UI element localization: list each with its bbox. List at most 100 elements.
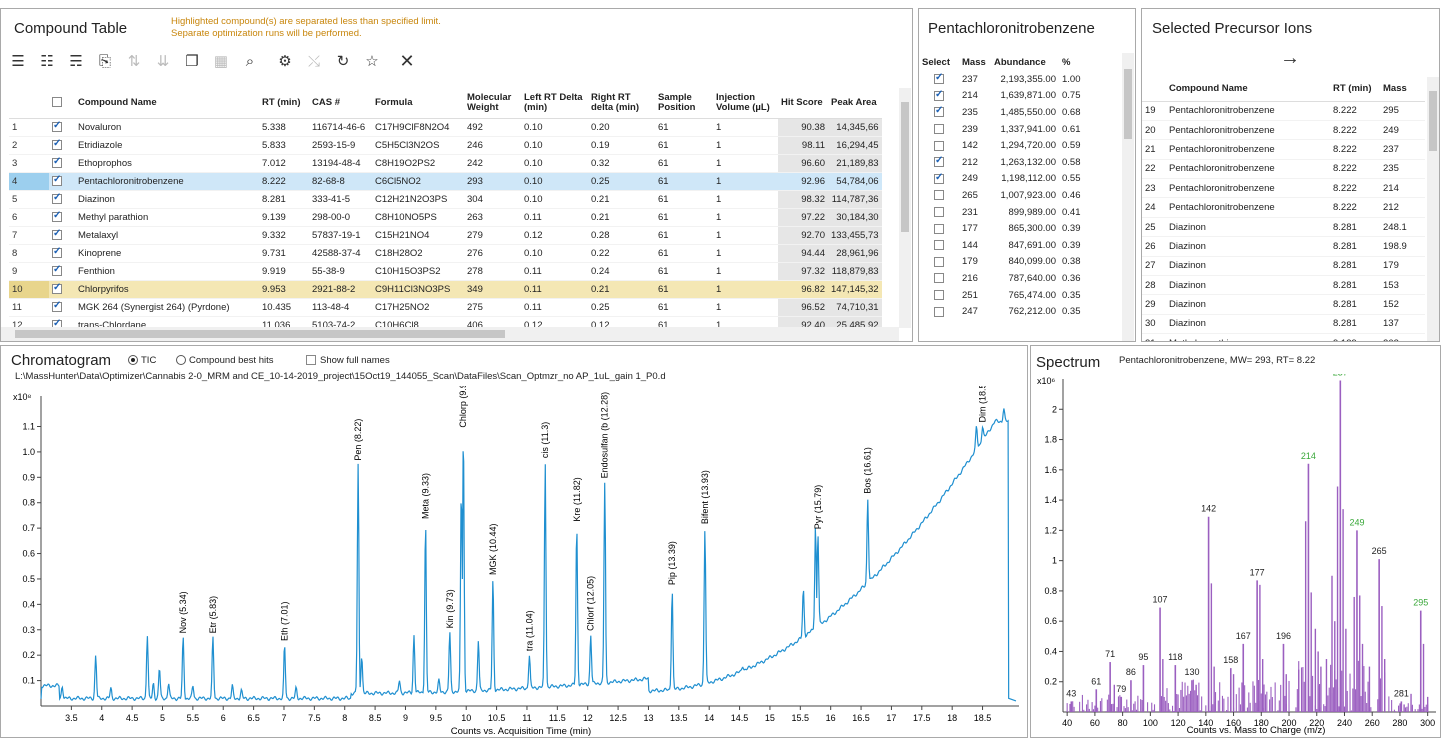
column-header[interactable]: Sample Position [655,88,713,119]
precursor-row[interactable]: 21 Pentachloronitrobenzene 8.222 237 [1142,139,1425,160]
precursor-row[interactable]: 19 Pentachloronitrobenzene 8.222 295 [1142,101,1425,121]
row-checkbox-cell[interactable] [49,208,75,227]
ion-select-cell[interactable] [919,121,959,138]
refresh-icon[interactable]: ↻ [332,50,354,72]
column-header[interactable]: % [1059,53,1099,71]
layout-vertical-icon[interactable]: ☷ [36,50,58,72]
table-row[interactable]: 6 Methyl parathion9.139298-00-0C8H10NO5PS… [9,208,882,227]
column-header[interactable]: Compound Name [1166,77,1330,102]
ion-row[interactable]: 231 899,989.00 0.41 [919,204,1099,221]
precursor-row[interactable]: 20 Pentachloronitrobenzene 8.222 249 [1142,120,1425,141]
ion-select-checkbox[interactable] [934,155,944,168]
search-peaks-icon[interactable]: ⌕ [239,50,261,72]
ion-select-checkbox[interactable] [934,124,944,135]
star-icon[interactable]: ☆ [361,50,383,72]
ion-select-cell[interactable] [919,287,959,304]
precursor-row[interactable]: 25 Diazinon 8.281 248.1 [1142,217,1425,238]
column-header[interactable]: CAS # [309,88,372,119]
compound-table-hscrollbar[interactable] [1,327,899,341]
row-checkbox[interactable] [52,138,62,150]
precursor-row[interactable]: 26 Diazinon 8.281 198.9 [1142,236,1425,257]
precursor-row[interactable]: 29 Diazinon 8.281 152 [1142,294,1425,315]
table-row[interactable]: 11 MGK 264 (Synergist 264) (Pyrdone)10.43… [9,298,882,317]
ion-row[interactable]: 144 847,691.00 0.39 [919,237,1099,254]
column-header[interactable]: Left RT Delta (min) [521,88,588,119]
row-checkbox-cell[interactable] [49,172,75,191]
table-row[interactable]: 4 Pentachloronitrobenzene8.22282-68-8C6Cl… [9,172,882,191]
best-hits-radio-button[interactable] [176,355,186,366]
ion-row[interactable]: 216 787,640.00 0.36 [919,270,1099,287]
row-checkbox-cell[interactable] [49,190,75,209]
ion-select-checkbox[interactable] [934,105,944,118]
ion-select-checkbox[interactable] [934,72,944,85]
row-checkbox-cell[interactable] [49,298,75,317]
export-icon[interactable]: ⎘ [94,50,116,72]
precursor-table-vscrollbar[interactable] [1427,77,1439,341]
table-row[interactable]: 5 Diazinon8.281333-41-5C12H21N2O3PS3040.1… [9,190,882,209]
ion-row[interactable]: 249 1,198,112.00 0.55 [919,171,1099,188]
show-full-names[interactable]: Show full names [306,355,390,366]
row-checkbox-cell[interactable] [49,226,75,245]
column-header[interactable]: Mass [959,53,991,71]
table-row[interactable]: 9 Fenthion9.91955-38-9C10H15O3PS22780.110… [9,262,882,281]
chromatogram-chart[interactable]: x10⁸ Counts vs. Acquisition Time (min) 3… [1,386,1021,738]
column-header[interactable]: Mass [1380,77,1425,102]
ion-row[interactable]: 177 865,300.00 0.39 [919,220,1099,237]
row-checkbox-cell[interactable] [49,262,75,281]
precursor-row[interactable]: 31Methyl parathion9.139263 [1142,333,1425,341]
chart-icon[interactable]: ⤯ [303,50,325,72]
best-hits-radio[interactable]: Compound best hits [176,355,274,366]
ion-select-checkbox[interactable] [934,256,944,267]
column-header[interactable]: Peak Area [828,88,882,119]
ion-select-cell[interactable] [919,270,959,287]
column-header[interactable]: Abundance [991,53,1059,71]
column-header[interactable]: Formula [372,88,464,119]
column-header[interactable]: Molecular Weight [464,88,521,119]
ion-select-cell[interactable] [919,254,959,271]
sort-down-icon[interactable]: ⇊ [152,50,174,72]
ion-row[interactable]: 251 765,474.00 0.35 [919,287,1099,304]
row-checkbox[interactable] [52,210,62,222]
ion-row[interactable]: 237 2,193,355.00 1.00 [919,71,1099,88]
table-row[interactable]: 1 Novaluron5.338116714-46-6C17H9ClF8N2O44… [9,118,882,137]
table-row[interactable]: 10 Chlorpyrifos9.9532921-88-2C9H11Cl3NO3P… [9,280,882,299]
ion-row[interactable]: 235 1,485,550.00 0.68 [919,104,1099,121]
ion-row[interactable]: 142 1,294,720.00 0.59 [919,137,1099,154]
column-header[interactable]: Select [919,53,959,71]
precursor-row[interactable]: 24 Pentachloronitrobenzene 8.222 212 [1142,197,1425,218]
ion-row[interactable]: 265 1,007,923.00 0.46 [919,187,1099,204]
table-row[interactable]: 2 Etridiazole5.8332593-15-9C5H5Cl3N2OS246… [9,136,882,155]
ion-row[interactable]: 239 1,337,941.00 0.61 [919,121,1099,138]
row-checkbox-cell[interactable] [49,280,75,299]
gear-icon[interactable]: ⚙ [274,50,296,72]
ion-row[interactable]: 247 762,212.00 0.35 [919,303,1099,320]
tic-radio[interactable]: TIC [128,355,156,366]
ion-select-checkbox[interactable] [934,190,944,201]
table-row[interactable]: 7 Metalaxyl9.33257837-19-1C15H21NO42790.1… [9,226,882,245]
precursor-row[interactable]: 22 Pentachloronitrobenzene 8.222 235 [1142,159,1425,180]
ion-select-cell[interactable] [919,171,959,188]
row-checkbox[interactable] [52,156,62,168]
ion-select-cell[interactable] [919,187,959,204]
ion-row[interactable]: 179 840,099.00 0.38 [919,254,1099,271]
ion-select-checkbox[interactable] [934,207,944,218]
close-icon[interactable]: ✕ [396,50,418,72]
sort-up-icon[interactable]: ⇅ [123,50,145,72]
column-header[interactable]: Injection Volume (µL) [713,88,778,119]
ion-select-cell[interactable] [919,88,959,105]
ion-row[interactable]: 212 1,263,132.00 0.58 [919,154,1099,171]
ion-select-cell[interactable] [919,154,959,171]
column-header[interactable]: RT (min) [259,88,309,119]
ion-select-cell[interactable] [919,104,959,121]
table-row[interactable]: 3 Ethoprophos7.01213194-48-4C8H19O2PS2242… [9,154,882,173]
layout-remove-icon[interactable]: ☴ [65,50,87,72]
precursor-row[interactable]: 30 Diazinon 8.281 137 [1142,314,1425,335]
row-checkbox-cell[interactable] [49,136,75,155]
ion-select-checkbox[interactable] [934,240,944,251]
ion-select-cell[interactable] [919,237,959,254]
ion-select-cell[interactable] [919,204,959,221]
show-full-names-checkbox[interactable] [306,355,316,366]
column-header[interactable]: Hit Score [778,88,828,119]
select-all-checkbox-header[interactable] [49,88,75,119]
column-header[interactable]: RT (min) [1330,77,1380,102]
